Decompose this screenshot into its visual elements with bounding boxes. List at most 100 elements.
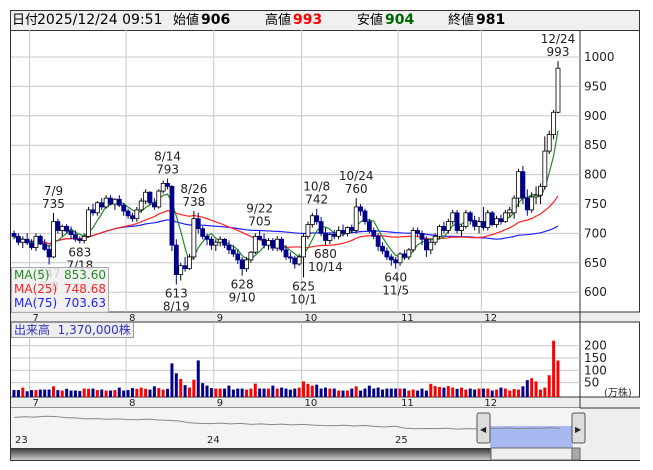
volume-bar [525,380,529,397]
candle-body [226,244,232,251]
volume-bar [192,379,196,397]
volume-bar [359,390,363,397]
volume-bar [534,381,538,397]
volume-bar [310,385,314,397]
volume-bar [552,340,556,397]
volume-bar [372,388,376,397]
candle-body [305,224,311,237]
annotation-value: 640 [384,271,407,285]
annotation-value: 683 [68,245,91,259]
volume-bar [398,388,402,397]
candle-body [90,209,96,214]
candle-body [454,212,460,231]
candle-body [230,249,236,255]
navigator-selection[interactable] [490,426,573,448]
candle-body [165,183,170,187]
candle-body [375,235,381,247]
candle-body [173,244,179,275]
volume-bar [34,390,38,397]
volume-bar [109,390,113,397]
volume-bar [60,390,64,397]
candle-body [542,150,548,187]
candle-body [331,234,337,237]
month-label: 8 [129,398,135,409]
volume-bar [328,388,332,397]
volume-bar [157,388,161,397]
volume-bar [389,388,393,397]
candle-body [437,225,442,237]
annotation-date: 8/26 [180,182,207,196]
volume-bar [416,390,420,397]
price-tick-label: 850 [584,138,607,152]
volume-bar [481,388,485,397]
annotation-date: 10/8 [303,180,330,194]
volume-bar [130,388,134,397]
candle-body [112,198,118,205]
volume-bar [73,390,77,397]
candle-body [502,212,508,223]
volume-bar [429,383,433,397]
volume-bar [288,389,292,397]
volume-bar [411,389,415,397]
price-tick-label: 950 [584,79,607,93]
volume-bar [323,387,327,397]
candle-body [24,238,30,244]
ma75-value: 703.63 [64,296,106,310]
month-label: 9 [217,313,223,324]
candle-body [358,206,363,212]
volume-bar [363,388,367,397]
candle-body [406,249,412,258]
volume-bar [345,390,349,397]
ma5-line [13,130,559,264]
month-label: 12 [484,398,497,409]
price-tick-label: 700 [584,226,607,240]
volume-bar [424,390,428,397]
scrollbar-end[interactable] [571,447,581,461]
candle-body [318,221,324,234]
left-handle-icon: ◀ [480,425,487,434]
candle-body [46,248,52,258]
annotation-value: 705 [248,214,271,228]
month-label: 9 [217,398,223,409]
annotation-date: 8/14 [154,150,181,164]
candle-body [178,265,184,275]
volume-bar [438,387,442,397]
annotation-date: 12/24 [541,32,576,46]
candle-body [99,202,105,208]
candle-body [156,190,162,208]
volume-bar [486,388,490,397]
volume-bar [275,388,279,397]
stock-chart[interactable]: 600 650 700 750 800 850 900 950 1000 50100150200 7… [0,0,653,470]
volume-bar [135,388,139,397]
candle-body [200,228,206,237]
scrollbar-thumb[interactable] [490,447,573,461]
candle-body [209,238,214,246]
candle-body [213,241,219,246]
candle-body [20,238,26,243]
volume-bar [144,388,148,397]
candle-body [235,253,241,261]
annotation-value: 625 [292,280,315,294]
candle-body [261,238,267,246]
volume-bar [341,390,345,397]
volume-bar [337,390,341,397]
volume-tick-label: 100 [584,363,607,377]
volume-bar [166,388,170,397]
volume-bar [508,390,512,397]
candle-body [125,210,131,217]
volume-bar [446,386,450,397]
volume-bar [161,389,165,397]
candle-body [15,235,21,243]
volume-bar [420,388,424,397]
candle-body [59,225,65,231]
volume-bar [170,363,174,397]
volume-bar [490,390,494,397]
volume-bar [205,385,209,397]
month-axis-top [11,312,640,322]
candle-body [489,212,495,225]
candle-body [151,202,157,208]
volume-bar [38,389,42,397]
volume-bar [258,388,262,397]
ma75-label: MA(75) [14,296,58,310]
candle-body [516,171,521,199]
